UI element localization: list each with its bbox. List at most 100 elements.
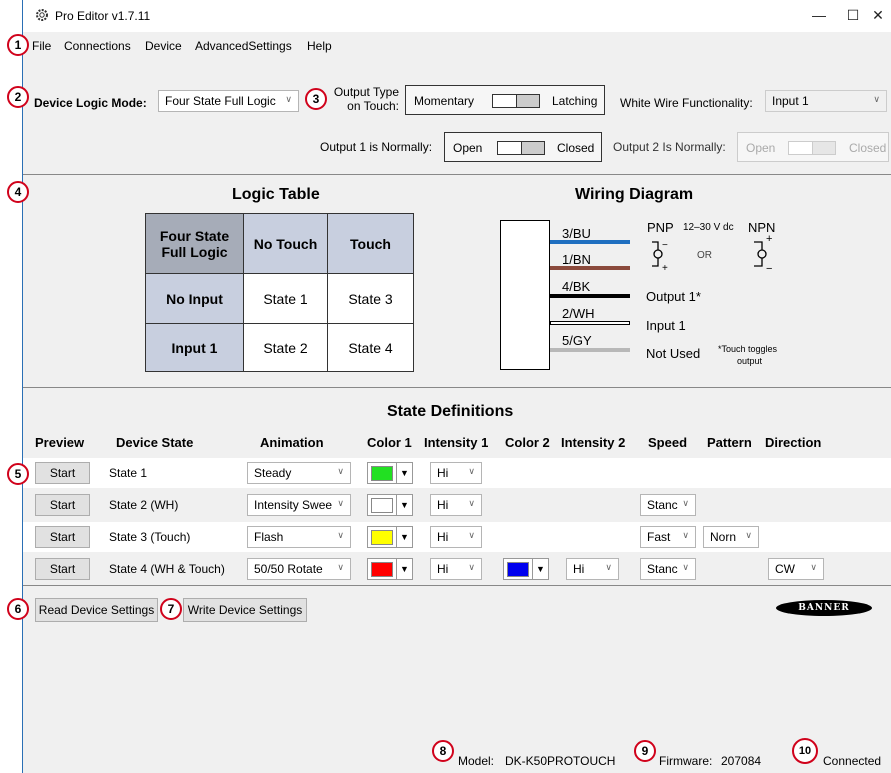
- or-label: OR: [697, 250, 712, 261]
- direction-select-value: CW: [775, 562, 795, 576]
- color1-picker[interactable]: ▼: [367, 526, 413, 548]
- chevron-down-icon: ∨: [682, 498, 689, 508]
- intensity1-select[interactable]: Hi ∨: [430, 462, 482, 484]
- output2-normally-label: Output 2 Is Normally:: [613, 140, 726, 154]
- header-preview: Preview: [35, 435, 85, 450]
- caret-down-icon[interactable]: ▼: [532, 559, 548, 579]
- intensity1-select[interactable]: Hi ∨: [430, 494, 482, 516]
- animation-select[interactable]: Intensity Swee ∨: [247, 494, 351, 516]
- header-pattern: Pattern: [707, 435, 752, 450]
- banner-logo: BANNER: [776, 600, 872, 616]
- menu-file[interactable]: File: [32, 39, 51, 53]
- wire-label: 3/BU: [562, 226, 591, 241]
- chevron-down-icon: ∨: [745, 530, 752, 540]
- wire-line: [550, 321, 630, 325]
- color1-picker[interactable]: ▼: [367, 494, 413, 516]
- header-color2: Color 2: [505, 435, 550, 450]
- voltage-label: 12–30 V dc: [683, 222, 734, 233]
- caret-down-icon[interactable]: ▼: [396, 527, 412, 547]
- intensity1-select-value: Hi: [437, 530, 449, 544]
- firmware-label: Firmware:: [659, 754, 713, 768]
- pnp-label: PNP: [647, 220, 674, 235]
- animation-select[interactable]: Steady ∨: [247, 462, 351, 484]
- chevron-down-icon: ∨: [285, 94, 292, 104]
- state-definitions-title: State Definitions: [387, 403, 514, 420]
- color1-picker[interactable]: ▼: [367, 558, 413, 580]
- write-device-settings-button[interactable]: Write Device Settings: [183, 598, 307, 622]
- output1-normally-toggle[interactable]: Open Closed: [444, 132, 602, 162]
- latching-label: Latching: [552, 94, 598, 108]
- logic-mode-label: Device Logic Mode:: [34, 96, 147, 110]
- speed-select[interactable]: Stanc ∨: [640, 494, 696, 516]
- annotation-badge: 5: [7, 463, 29, 485]
- chevron-down-icon: ∨: [337, 562, 344, 572]
- caret-down-icon[interactable]: ▼: [396, 559, 412, 579]
- menu-device[interactable]: Device: [145, 39, 182, 53]
- animation-select[interactable]: Flash ∨: [247, 526, 351, 548]
- output2-switch[interactable]: [788, 141, 836, 155]
- chevron-down-icon: ∨: [468, 562, 475, 572]
- animation-select-value: Intensity Swee: [254, 498, 333, 512]
- chevron-down-icon: ∨: [337, 466, 344, 476]
- header-speed: Speed: [648, 435, 688, 450]
- color-swatch: [371, 466, 393, 481]
- annotation-badge: 6: [7, 598, 29, 620]
- menu-advanced-settings[interactable]: AdvancedSettings: [195, 39, 292, 53]
- speed-select[interactable]: Fast ∨: [640, 526, 696, 548]
- logic-cell: State 3: [327, 273, 414, 324]
- direction-select[interactable]: CW ∨: [768, 558, 824, 580]
- minimize-button[interactable]: —: [804, 4, 834, 26]
- output2-normally-toggle[interactable]: Open Closed: [737, 132, 889, 162]
- open-label: Open: [453, 141, 483, 155]
- pnp-symbol-icon: − +: [652, 240, 668, 274]
- intensity1-select[interactable]: Hi ∨: [430, 558, 482, 580]
- animation-select[interactable]: 50/50 Rotate ∨: [247, 558, 351, 580]
- logic-table-title: Logic Table: [232, 186, 320, 203]
- output1-switch[interactable]: [497, 141, 545, 155]
- wire-line: [550, 240, 630, 244]
- color1-picker[interactable]: ▼: [367, 462, 413, 484]
- color2-picker[interactable]: ▼: [503, 558, 549, 580]
- annotation-badge: 7: [160, 598, 182, 620]
- close-button[interactable]: ✕: [863, 4, 891, 26]
- app-gear-icon: [36, 9, 48, 21]
- intensity1-select[interactable]: Hi ∨: [430, 526, 482, 548]
- chevron-down-icon: ∨: [468, 530, 475, 540]
- speed-select-value: Fast: [647, 530, 671, 544]
- sensor-body: [500, 220, 550, 370]
- start-preview-button[interactable]: Start: [35, 462, 90, 484]
- firmware-value: 207084: [721, 754, 762, 768]
- animation-select-value: Steady: [254, 466, 292, 480]
- logic-cell: State 1: [243, 273, 328, 324]
- start-preview-button[interactable]: Start: [35, 558, 90, 580]
- touch-note-2: output: [737, 356, 763, 366]
- white-wire-value: Input 1: [772, 94, 809, 108]
- caret-down-icon[interactable]: ▼: [396, 463, 412, 483]
- menu-connections[interactable]: Connections: [64, 39, 131, 53]
- chevron-down-icon: ∨: [337, 530, 344, 540]
- chevron-down-icon: ∨: [682, 562, 689, 572]
- output-type-toggle[interactable]: Momentary Latching: [405, 85, 605, 115]
- intensity2-select[interactable]: Hi ∨: [566, 558, 619, 580]
- start-preview-button[interactable]: Start: [35, 526, 90, 548]
- white-wire-select[interactable]: Input 1 ∨: [765, 90, 887, 112]
- pattern-select[interactable]: Norn ∨: [703, 526, 759, 548]
- col-header-touch: Touch: [327, 213, 414, 274]
- speed-select-value: Stanc: [647, 498, 678, 512]
- row-header-no-input: No Input: [145, 273, 244, 324]
- row-header-input-1: Input 1: [145, 323, 244, 372]
- start-preview-button[interactable]: Start: [35, 494, 90, 516]
- speed-select[interactable]: Stanc ∨: [640, 558, 696, 580]
- intensity1-select-value: Hi: [437, 466, 449, 480]
- caret-down-icon[interactable]: ▼: [396, 495, 412, 515]
- output-type-switch[interactable]: [492, 94, 540, 108]
- intensity1-select-value: Hi: [437, 562, 449, 576]
- menu-help[interactable]: Help: [307, 39, 332, 53]
- annotation-badge: 3: [305, 88, 327, 110]
- annotation-badge: 2: [7, 86, 29, 108]
- wire-line: [550, 348, 630, 352]
- connection-status: Connected: [823, 754, 882, 768]
- read-device-settings-button[interactable]: Read Device Settings: [35, 598, 158, 622]
- header-color1: Color 1: [367, 435, 412, 450]
- logic-mode-select[interactable]: Four State Full Logic ∨: [158, 90, 299, 112]
